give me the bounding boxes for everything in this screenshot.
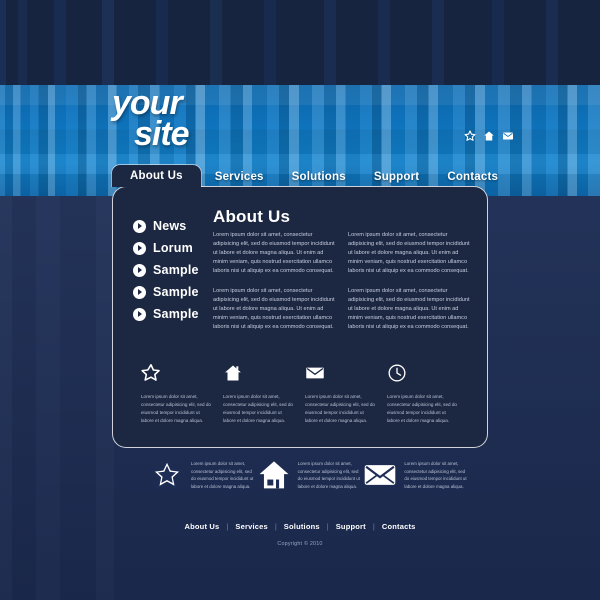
page-title: About Us bbox=[213, 207, 291, 226]
main-navigation: About Us Services Solutions Support Cont… bbox=[112, 163, 498, 187]
feature-icon-row: Lorem ipsum dolor sit amet, consectetur … bbox=[141, 363, 471, 425]
footer-link-solutions[interactable]: Solutions bbox=[284, 522, 320, 531]
sidebar-item-label: News bbox=[153, 219, 187, 233]
top-dark-strip bbox=[0, 0, 600, 85]
play-bullet-icon bbox=[133, 219, 146, 233]
site-logo[interactable]: your site bbox=[112, 86, 190, 154]
home-icon[interactable] bbox=[483, 130, 495, 142]
footer-link-services[interactable]: Services bbox=[235, 522, 267, 531]
star-icon bbox=[141, 363, 223, 385]
home-icon bbox=[223, 363, 305, 385]
sidebar-menu: News Lorum Sample Sample Sample bbox=[133, 215, 225, 325]
logo-line-2: site bbox=[134, 115, 190, 154]
play-bullet-icon bbox=[133, 241, 146, 255]
footer-separator: | bbox=[226, 522, 229, 531]
footer-separator: | bbox=[372, 522, 375, 531]
home-icon bbox=[257, 458, 291, 492]
sidebar-item-label: Sample bbox=[153, 307, 199, 321]
footer-separator: | bbox=[326, 522, 329, 531]
feature-text: Lorem ipsum dolor sit amet, consectetur … bbox=[223, 394, 293, 423]
footer-separator: | bbox=[274, 522, 277, 531]
bottom-feature-envelope[interactable]: Lorem ipsum dolor sit amet, consectetur … bbox=[363, 458, 470, 492]
website-template-page: your site About Us Services Solutions Su… bbox=[0, 0, 600, 600]
content-columns: Lorem ipsum dolor sit amet, consectetur … bbox=[213, 231, 471, 343]
feature-text: Lorem ipsum dolor sit amet, consectetur … bbox=[305, 394, 375, 423]
content-panel: News Lorum Sample Sample Sample About Us bbox=[112, 186, 488, 448]
star-icon bbox=[150, 458, 184, 492]
clock-icon bbox=[387, 363, 469, 385]
sidebar-item-sample-1[interactable]: Sample bbox=[133, 259, 225, 281]
star-icon[interactable] bbox=[464, 130, 476, 142]
bottom-feature-text: Lorem ipsum dolor sit amet, consectetur … bbox=[297, 461, 360, 489]
feature-item-envelope[interactable]: Lorem ipsum dolor sit amet, consectetur … bbox=[305, 363, 387, 425]
envelope-icon[interactable] bbox=[502, 130, 514, 142]
play-bullet-icon bbox=[133, 285, 146, 299]
bottom-feature-row: Lorem ipsum dolor sit amet, consectetur … bbox=[150, 458, 470, 492]
play-bullet-icon bbox=[133, 307, 146, 321]
feature-text: Lorem ipsum dolor sit amet, consectetur … bbox=[387, 394, 457, 423]
body-paragraph: Lorem ipsum dolor sit amet, consectetur … bbox=[213, 288, 335, 331]
sidebar-item-news[interactable]: News bbox=[133, 215, 225, 237]
top-strip-pattern bbox=[0, 0, 600, 85]
tab-contacts[interactable]: Contacts bbox=[433, 166, 512, 187]
sidebar-item-sample-3[interactable]: Sample bbox=[133, 303, 225, 325]
footer-navigation: About Us | Services | Solutions | Suppor… bbox=[0, 522, 600, 531]
body-paragraph: Lorem ipsum dolor sit amet, consectetur … bbox=[348, 232, 470, 275]
sidebar-item-lorum[interactable]: Lorum bbox=[133, 237, 225, 259]
sidebar-item-sample-2[interactable]: Sample bbox=[133, 281, 225, 303]
copyright-text: Copyright © 2010 bbox=[277, 541, 323, 547]
footer-link-about-us[interactable]: About Us bbox=[184, 522, 219, 531]
sidebar-item-label: Sample bbox=[153, 263, 199, 277]
tab-services[interactable]: Services bbox=[201, 166, 278, 187]
tab-support[interactable]: Support bbox=[360, 166, 433, 187]
content-column-1: Lorem ipsum dolor sit amet, consectetur … bbox=[213, 231, 336, 343]
feature-item-clock[interactable]: Lorem ipsum dolor sit amet, consectetur … bbox=[387, 363, 469, 425]
envelope-icon bbox=[305, 363, 387, 385]
bottom-feature-text: Lorem ipsum dolor sit amet, consectetur … bbox=[404, 461, 467, 489]
sidebar-item-label: Sample bbox=[153, 285, 199, 299]
feature-item-star[interactable]: Lorem ipsum dolor sit amet, consectetur … bbox=[141, 363, 223, 425]
header-icon-group bbox=[464, 130, 514, 142]
feature-text: Lorem ipsum dolor sit amet, consectetur … bbox=[141, 394, 211, 423]
play-bullet-icon bbox=[133, 263, 146, 277]
tab-about-us[interactable]: About Us bbox=[112, 165, 201, 187]
body-paragraph: Lorem ipsum dolor sit amet, consectetur … bbox=[348, 288, 470, 331]
bottom-feature-star[interactable]: Lorem ipsum dolor sit amet, consectetur … bbox=[150, 458, 257, 492]
content-column-2: Lorem ipsum dolor sit amet, consectetur … bbox=[348, 231, 471, 343]
footer-link-support[interactable]: Support bbox=[336, 522, 366, 531]
bottom-feature-text: Lorem ipsum dolor sit amet, consectetur … bbox=[191, 461, 254, 489]
envelope-icon bbox=[363, 458, 397, 492]
body-paragraph: Lorem ipsum dolor sit amet, consectetur … bbox=[213, 232, 335, 275]
sidebar-item-label: Lorum bbox=[153, 241, 193, 255]
bottom-feature-home[interactable]: Lorem ipsum dolor sit amet, consectetur … bbox=[257, 458, 364, 492]
feature-item-home[interactable]: Lorem ipsum dolor sit amet, consectetur … bbox=[223, 363, 305, 425]
footer-link-contacts[interactable]: Contacts bbox=[382, 522, 416, 531]
tab-solutions[interactable]: Solutions bbox=[278, 166, 360, 187]
